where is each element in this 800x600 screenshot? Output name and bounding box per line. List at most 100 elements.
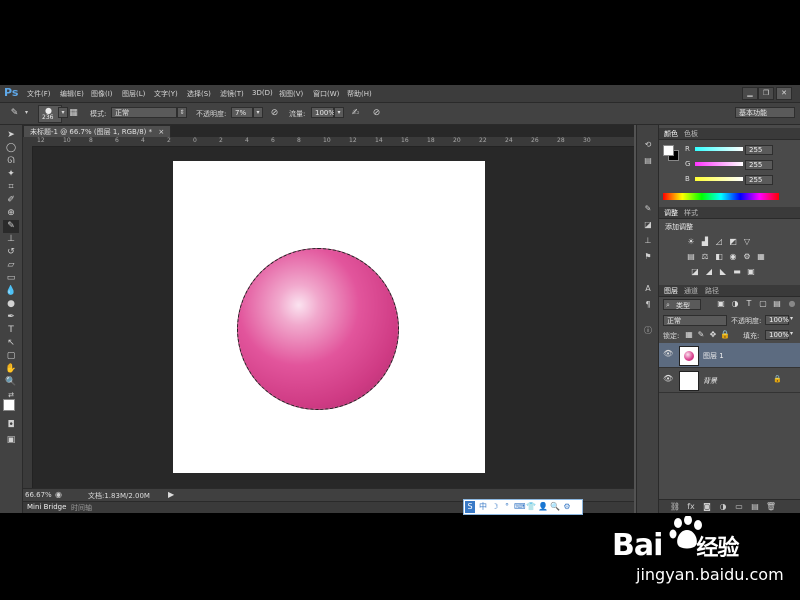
type-tool-icon[interactable]: T	[3, 324, 19, 337]
properties-panel-icon[interactable]: ▤	[641, 155, 655, 167]
pressure-opacity-icon[interactable]: ⊘	[268, 107, 281, 119]
filter-adjust-icon[interactable]: ◑	[729, 299, 741, 309]
hand-tool-icon[interactable]: ✋	[3, 363, 19, 376]
layers-opacity-input[interactable]: 100%	[765, 315, 789, 325]
document-tab-close-icon[interactable]: ×	[158, 128, 164, 136]
menu-image[interactable]: 图像(I)	[91, 89, 113, 99]
filter-toggle-icon[interactable]: ●	[786, 299, 798, 309]
menu-layer[interactable]: 图层(L)	[122, 89, 145, 99]
pressure-size-icon[interactable]: ⊘	[370, 107, 383, 119]
settings-icon[interactable]: ⚙	[562, 501, 572, 513]
clone-source-panel-icon[interactable]: ⊥	[641, 235, 655, 247]
color-panel-fg-swatch[interactable]	[663, 145, 674, 156]
crop-tool-icon[interactable]: ⌗	[3, 181, 19, 194]
gradient-tool-icon[interactable]: ▭	[3, 272, 19, 285]
tool-preset-dropdown-icon[interactable]: ▾	[20, 107, 33, 119]
channel-b-input[interactable]: 255	[745, 175, 773, 185]
character-panel-icon[interactable]: A	[641, 283, 655, 295]
brush-panel-icon[interactable]: ✎	[641, 203, 655, 215]
layers-opacity-dropdown[interactable]: ▾	[790, 315, 793, 322]
lock-all-icon[interactable]: 🔒	[719, 330, 731, 340]
channel-r-input[interactable]: 255	[745, 145, 773, 155]
menu-select[interactable]: 选择(S)	[187, 89, 211, 99]
layer-row-layer1[interactable]: 👁 图层 1	[659, 343, 800, 368]
fill-input[interactable]: 100%	[765, 330, 789, 340]
menu-help[interactable]: 帮助(H)	[347, 89, 372, 99]
layer-visibility-eye-icon[interactable]: 👁	[663, 374, 673, 383]
mode-select[interactable]: 正常	[111, 107, 177, 118]
marquee-tool-icon[interactable]: ◯	[3, 142, 19, 155]
flow-dropdown[interactable]: ▾	[334, 107, 344, 118]
menu-file[interactable]: 文件(F)	[27, 89, 51, 99]
tab-channels[interactable]: 通道	[684, 286, 698, 296]
selective-color-icon[interactable]: ▣	[745, 267, 757, 277]
mode-dropdown[interactable]: ⇕	[177, 107, 187, 118]
tab-styles[interactable]: 样式	[684, 208, 698, 218]
shape-tool-icon[interactable]: ▢	[3, 350, 19, 363]
horizontal-ruler[interactable]: 12 10 8 6 4 2 0 2 4 6 8 10 12 14 16 18 20 22 24 26 28 30	[23, 137, 634, 147]
layer-mask-icon[interactable]: ◙	[701, 502, 713, 512]
airbrush-icon[interactable]: ✍	[349, 107, 362, 119]
delete-layer-icon[interactable]: 🗑	[765, 502, 777, 512]
channel-g-input[interactable]: 255	[745, 160, 773, 170]
eraser-tool-icon[interactable]: ▱	[3, 259, 19, 272]
layer-style-icon[interactable]: fx	[685, 502, 697, 512]
search-icon[interactable]: 🔍	[550, 501, 560, 513]
pen-tool-icon[interactable]: ✒	[3, 311, 19, 324]
screen-mode-icon[interactable]: ▣	[3, 434, 19, 447]
history-brush-tool-icon[interactable]: ↺	[3, 246, 19, 259]
brush-presets-panel-icon[interactable]: ◪	[641, 219, 655, 231]
menu-type[interactable]: 文字(Y)	[154, 89, 178, 99]
opacity-input[interactable]: 7%	[231, 107, 253, 118]
threshold-icon[interactable]: ◣	[717, 267, 729, 277]
vertical-ruler[interactable]	[23, 146, 33, 488]
fill-dropdown[interactable]: ▾	[790, 330, 793, 337]
status-info-icon[interactable]: ◉	[55, 490, 62, 499]
gradient-map-icon[interactable]: ▬	[731, 267, 743, 277]
menu-view[interactable]: 视图(V)	[279, 89, 303, 99]
flow-input[interactable]: 100%	[311, 107, 335, 118]
tool-presets-panel-icon[interactable]: ⚑	[641, 251, 655, 263]
levels-icon[interactable]: ▟	[699, 237, 711, 247]
skin-icon[interactable]: 👕	[526, 501, 536, 513]
tab-adjustments[interactable]: 调整	[664, 208, 678, 218]
filter-smart-icon[interactable]: ▤	[771, 299, 783, 309]
menu-edit[interactable]: 编辑(E)	[60, 89, 84, 99]
moon-icon[interactable]: ☽	[490, 501, 500, 513]
healing-brush-tool-icon[interactable]: ⊕	[3, 207, 19, 220]
workspace-select[interactable]: 基本功能	[735, 107, 795, 118]
clone-stamp-tool-icon[interactable]: ⊥	[3, 233, 19, 246]
dodge-tool-icon[interactable]: ●	[3, 298, 19, 311]
new-adjustment-layer-icon[interactable]: ◑	[717, 502, 729, 512]
restore-button[interactable]: ❐	[758, 87, 774, 100]
new-group-icon[interactable]: ▭	[733, 502, 745, 512]
hue-saturation-icon[interactable]: ▤	[685, 252, 697, 262]
color-lookup-icon[interactable]: ▦	[755, 252, 767, 262]
channel-mixer-icon[interactable]: ⚙	[741, 252, 753, 262]
ime-logo-icon[interactable]: S	[465, 501, 475, 513]
menu-filter[interactable]: 滤镜(T)	[220, 89, 244, 99]
opacity-dropdown[interactable]: ▾	[253, 107, 263, 118]
move-tool-icon[interactable]: ➤	[3, 129, 19, 142]
menu-window[interactable]: 窗口(W)	[313, 89, 339, 99]
tab-swatches[interactable]: 色板	[684, 129, 698, 139]
brush-panel-toggle-icon[interactable]: ▦	[67, 107, 80, 119]
layer-row-background[interactable]: 👁 背景 🔒	[659, 368, 800, 393]
status-menu-arrow-icon[interactable]: ▶	[168, 490, 174, 499]
zoom-tool-icon[interactable]: 🔍	[3, 376, 19, 389]
lock-pixels-icon[interactable]: ✎	[695, 330, 707, 340]
canvas[interactable]	[173, 161, 485, 473]
lock-transparency-icon[interactable]: ▦	[683, 330, 695, 340]
curves-icon[interactable]: ◿	[713, 237, 725, 247]
eyedropper-tool-icon[interactable]: ✐	[3, 194, 19, 207]
lock-position-icon[interactable]: ✥	[707, 330, 719, 340]
black-white-icon[interactable]: ◧	[713, 252, 725, 262]
ime-chinese-mode[interactable]: 中	[478, 501, 488, 513]
channel-b-slider[interactable]	[695, 177, 743, 181]
filter-shape-icon[interactable]: ▢	[757, 299, 769, 309]
tab-paths[interactable]: 路径	[705, 286, 719, 296]
photo-filter-icon[interactable]: ◉	[727, 252, 739, 262]
tab-layers[interactable]: 图层	[664, 286, 678, 296]
zoom-level[interactable]: 66.67%	[25, 491, 52, 499]
tab-color[interactable]: 颜色	[664, 129, 678, 139]
